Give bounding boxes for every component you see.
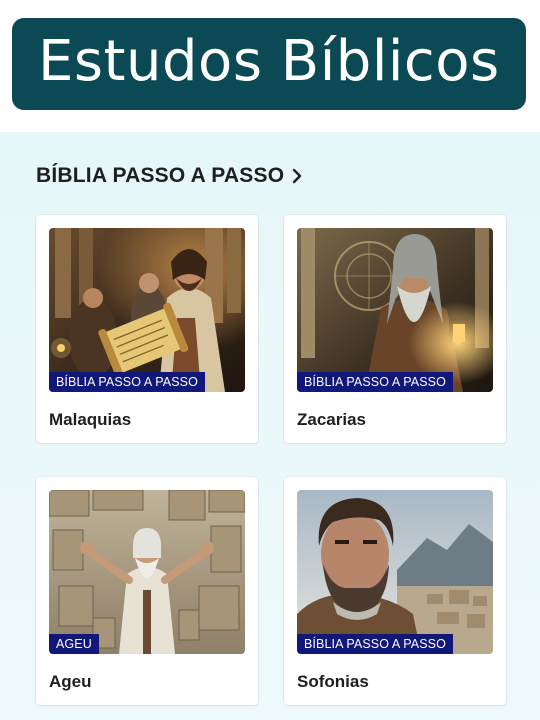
study-card-ageu[interactable]: AGEU Ageu <box>36 477 258 705</box>
card-title: Malaquias <box>49 410 132 429</box>
ageu-illustration <box>49 490 245 654</box>
card-title: Sofonias <box>297 672 369 691</box>
category-tag: BÍBLIA PASSO A PASSO <box>297 372 453 392</box>
study-card-sofonias[interactable]: BÍBLIA PASSO A PASSO Sofonias <box>284 477 506 705</box>
card-thumbnail: BÍBLIA PASSO A PASSO <box>49 228 245 392</box>
card-title: Zacarias <box>297 410 366 429</box>
main-content: BÍBLIA PASSO A PASSO BÍBLIA PASSO A PASS… <box>0 132 540 720</box>
study-card-malaquias[interactable]: BÍBLIA PASSO A PASSO Malaquias <box>36 215 258 443</box>
page-title: Estudos Bíblicos <box>38 29 500 94</box>
category-tag: BÍBLIA PASSO A PASSO <box>297 634 453 654</box>
section-header-link[interactable]: BÍBLIA PASSO A PASSO <box>36 164 304 188</box>
card-thumbnail: BÍBLIA PASSO A PASSO <box>297 228 493 392</box>
card-title: Ageu <box>49 672 92 691</box>
chevron-right-icon <box>290 167 304 185</box>
study-card-zacarias[interactable]: BÍBLIA PASSO A PASSO Zacarias <box>284 215 506 443</box>
sofonias-illustration <box>297 490 493 654</box>
zacarias-illustration <box>297 228 493 392</box>
category-tag: BÍBLIA PASSO A PASSO <box>49 372 205 392</box>
malaquias-illustration <box>49 228 245 392</box>
section-title: BÍBLIA PASSO A PASSO <box>36 164 285 187</box>
card-thumbnail: AGEU <box>49 490 245 654</box>
card-thumbnail: BÍBLIA PASSO A PASSO <box>297 490 493 654</box>
title-banner: Estudos Bíblicos <box>12 18 526 110</box>
header: Estudos Bíblicos <box>0 0 540 132</box>
app-screen: Estudos Bíblicos BÍBLIA PASSO A PASSO BÍ… <box>0 0 540 720</box>
category-tag: AGEU <box>49 634 99 654</box>
